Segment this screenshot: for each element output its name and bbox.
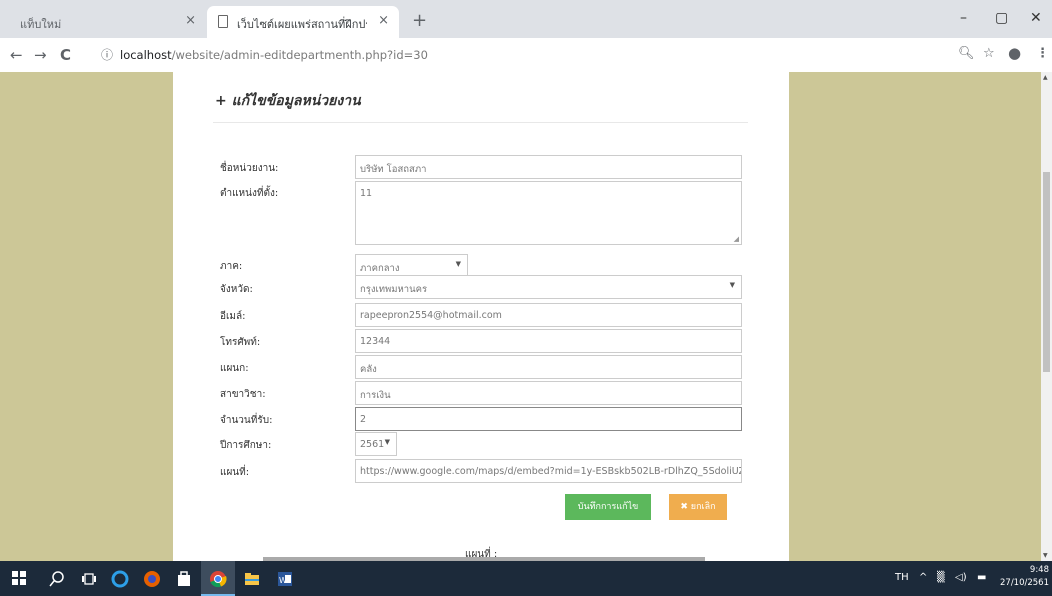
back-button[interactable]: ← [10, 46, 23, 64]
label-phone: โทรศัพท์: [220, 337, 261, 348]
scrollbar-thumb[interactable] [1043, 172, 1050, 372]
show-hidden-icons-icon[interactable]: ^ [919, 572, 927, 583]
label-major: สาขาวิชา: [220, 389, 266, 400]
chevron-down-icon: ▼ [455, 260, 461, 268]
zoom-icon[interactable]: 🔍︎ [958, 46, 975, 61]
reload-button[interactable]: C [60, 46, 71, 64]
url-path: /website/admin-editdepartmenth.php?id=30 [171, 48, 428, 62]
address-bar[interactable]: ⓘ localhost/website/admin-editdepartment… [96, 43, 952, 67]
file-explorer-icon[interactable] [243, 570, 261, 588]
label-region: ภาค: [220, 261, 243, 272]
clock-date: 27/10/2561 [1000, 578, 1049, 588]
label-quota: จำนวนที่รับ: [220, 415, 273, 426]
page-viewport: + แก้ไขข้อมูลหน่วยงาน ชื่อหน่วยงาน: บริษ… [0, 72, 1041, 561]
profile-icon[interactable]: ● [1008, 44, 1021, 62]
divider [213, 122, 748, 123]
chrome-icon[interactable] [209, 570, 227, 588]
maximize-button[interactable]: ▢ [995, 10, 1008, 26]
volume-icon[interactable]: ◁) [955, 572, 967, 583]
email-input[interactable]: rapeepron2554@hotmail.com [355, 303, 742, 327]
tab-title: แท็บใหม่ [20, 18, 62, 31]
major-input[interactable]: การเงิน [355, 381, 742, 405]
word-icon[interactable]: W [276, 570, 294, 588]
search-icon[interactable] [48, 570, 66, 588]
label-section: แผนก: [220, 363, 249, 374]
vertical-scrollbar[interactable]: ▲ ▼ [1041, 72, 1052, 561]
browser-tab-bar: แท็บใหม่ × เว็บไซต์เผยแพร่สถานที่ฝึกประส… [0, 0, 1052, 38]
phone-input[interactable]: 12344 [355, 329, 742, 353]
svg-text:W: W [279, 576, 287, 585]
store-icon[interactable] [175, 570, 193, 588]
new-tab-button[interactable]: + [412, 10, 427, 31]
section-input[interactable]: คลัง [355, 355, 742, 379]
windows-start-icon[interactable] [12, 571, 26, 585]
label-map: แผนที่: [220, 467, 250, 478]
browser-toolbar: ← → C ⓘ localhost/website/admin-editdepa… [0, 38, 1052, 73]
label-department-name: ชื่อหน่วยงาน: [220, 163, 279, 174]
screen: แท็บใหม่ × เว็บไซต์เผยแพร่สถานที่ฝึกประส… [0, 0, 1052, 596]
label-email: อีเมล์: [220, 311, 246, 322]
resize-grip-icon[interactable]: ◢ [734, 235, 739, 243]
chevron-down-icon: ▼ [384, 438, 390, 446]
system-clock[interactable]: 9:48 27/10/2561 [1000, 564, 1049, 590]
academic-year-select[interactable]: 2561 ▼ [355, 432, 397, 456]
tab-new-tab[interactable]: แท็บใหม่ × [10, 6, 206, 38]
province-select[interactable]: กรุงเทพมหานคร ▼ [355, 275, 742, 299]
map-url-input[interactable]: https://www.google.com/maps/d/embed?mid=… [355, 459, 742, 483]
tab-close-icon[interactable]: × [378, 13, 389, 28]
label-academic-year: ปีการศึกษา: [220, 440, 272, 451]
scroll-down-icon[interactable]: ▼ [1043, 552, 1048, 559]
department-name-input[interactable]: บริษัท โอสถสภา [355, 155, 742, 179]
edge-icon[interactable] [111, 570, 129, 588]
page-icon [218, 15, 228, 28]
label-province: จังหวัด: [220, 284, 253, 295]
location-textarea[interactable]: 11 ◢ [355, 181, 742, 245]
task-view-icon[interactable] [80, 570, 98, 588]
firefox-icon[interactable] [143, 570, 161, 588]
action-center-icon[interactable]: ▬ [977, 572, 986, 583]
form-panel: + แก้ไขข้อมูลหน่วยงาน ชื่อหน่วยงาน: บริษ… [173, 72, 789, 561]
network-icon[interactable]: ▒ [937, 572, 945, 583]
bookmark-star-icon[interactable]: ☆ [983, 46, 995, 61]
forward-button[interactable]: → [34, 46, 47, 64]
clock-time: 9:48 [1029, 565, 1049, 575]
tab-close-icon[interactable]: × [185, 13, 196, 28]
label-location: ตำแหน่งที่ตั้ง: [220, 188, 279, 199]
chevron-down-icon: ▼ [729, 281, 735, 289]
url-host: localhost [120, 48, 172, 62]
cancel-button[interactable]: ✖ ยกเลิก [669, 494, 727, 520]
input-language[interactable]: TH [895, 572, 909, 583]
close-window-button[interactable]: ✕ [1030, 10, 1042, 26]
page-title: + แก้ไขข้อมูลหน่วยงาน [215, 93, 361, 109]
tab-active[interactable]: เว็บไซต์เผยแพร่สถานที่ฝึกประสบการณ์ × [207, 6, 399, 38]
scroll-up-icon[interactable]: ▲ [1043, 74, 1048, 81]
info-icon[interactable]: ⓘ [101, 43, 113, 67]
menu-icon[interactable]: ⋮ [1036, 46, 1049, 61]
save-button[interactable]: บันทึกการแก้ไข [565, 494, 651, 520]
windows-taskbar: W TH ^ ▒ ◁) ▬ 9:48 27/10/2561 [0, 561, 1052, 596]
minimize-button[interactable]: – [960, 10, 967, 26]
tab-title: เว็บไซต์เผยแพร่สถานที่ฝึกประสบการณ์ [237, 18, 367, 31]
quota-input[interactable]: 2 [355, 407, 742, 431]
